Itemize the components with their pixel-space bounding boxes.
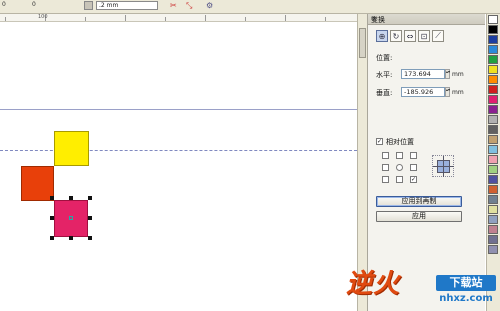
palette-swatch[interactable]: [488, 205, 498, 214]
selection-handle[interactable]: [88, 196, 92, 200]
vertical-field[interactable]: -185.926: [401, 87, 445, 97]
selection-handle[interactable]: [50, 196, 54, 200]
snap-icon[interactable]: ✂: [170, 1, 179, 10]
position-icon: ⊕: [378, 31, 386, 41]
selection-handle[interactable]: [88, 236, 92, 240]
docker-titlebar: 变换 ▫ ×: [368, 14, 485, 25]
anchor-top-center[interactable]: [396, 152, 403, 159]
palette-swatch[interactable]: [488, 145, 498, 154]
vertical-label: 垂直:: [376, 89, 393, 97]
palette-swatch[interactable]: [488, 185, 498, 194]
watermark: 逆火 下载站 nhxz.com: [340, 255, 500, 311]
tab-position[interactable]: ⊕: [376, 30, 388, 42]
ruler-tick: [5, 17, 6, 21]
tab-size[interactable]: ⊡: [418, 30, 430, 42]
dynamic-guides-icon[interactable]: ⤡: [186, 1, 195, 10]
horizontal-ruler: 100: [0, 14, 357, 22]
palette-swatch[interactable]: [488, 125, 498, 134]
drawing-canvas[interactable]: [0, 23, 357, 311]
palette-swatch[interactable]: [488, 85, 498, 94]
selection-handle[interactable]: [88, 216, 92, 220]
vertical-spinner[interactable]: ▴▾: [445, 87, 450, 97]
selection-handle[interactable]: [69, 196, 73, 200]
palette-swatch[interactable]: [488, 235, 498, 244]
nudge-icon[interactable]: [84, 1, 93, 10]
anchor-bottom-right[interactable]: [410, 176, 417, 183]
palette-swatch[interactable]: [488, 55, 498, 64]
palette-swatch[interactable]: [488, 45, 498, 54]
palette-swatch[interactable]: [488, 215, 498, 224]
palette-swatch[interactable]: [488, 65, 498, 74]
preview-crosshair-h: [433, 166, 454, 167]
scale-icon: ⇔: [406, 31, 414, 41]
ruler-tick: [205, 15, 206, 21]
palette-swatch[interactable]: [488, 105, 498, 114]
scroll-thumb[interactable]: [359, 28, 366, 58]
tab-scale[interactable]: ⇔: [404, 30, 416, 42]
apply-button[interactable]: 应用: [376, 211, 462, 222]
palette-swatch[interactable]: [488, 165, 498, 174]
property-toolbar: 0 0 .2 mm ✂ ⤡ ⚙: [0, 0, 500, 14]
ruler-tick: [325, 17, 326, 21]
palette-swatch[interactable]: [488, 35, 498, 44]
palette-swatch[interactable]: [488, 195, 498, 204]
rotate-icon: ↻: [392, 31, 400, 41]
anchor-preview: [432, 155, 454, 177]
selection-handle[interactable]: [50, 216, 54, 220]
relative-position-checkbox[interactable]: [376, 138, 383, 145]
vertical-unit: mm: [452, 89, 464, 96]
horizontal-spinner[interactable]: ▴▾: [445, 69, 450, 79]
watermark-domain: nhxz.com: [439, 293, 493, 304]
position-section-label: 位置:: [376, 54, 393, 62]
apply-to-duplicate-button[interactable]: 应用到再制: [376, 196, 462, 207]
size-icon: ⊡: [420, 31, 428, 41]
horizontal-label: 水平:: [376, 71, 393, 79]
center-marker: [69, 216, 73, 220]
skew-icon: ⟋: [435, 31, 441, 40]
ruler-tick: [165, 17, 166, 21]
ruler-y-zero: 0: [32, 1, 36, 8]
anchor-bottom-center[interactable]: [396, 176, 403, 183]
selection-handle[interactable]: [69, 236, 73, 240]
ruler-tick: [125, 15, 126, 21]
horizontal-field[interactable]: 173.694: [401, 69, 445, 79]
watermark-brand: 逆火: [346, 269, 401, 299]
horizontal-unit: mm: [452, 71, 464, 78]
palette-swatch[interactable]: [488, 25, 498, 34]
tab-rotate[interactable]: ↻: [390, 30, 402, 42]
anchor-bottom-left[interactable]: [382, 176, 389, 183]
palette-swatch[interactable]: [488, 115, 498, 124]
palette-swatch[interactable]: [488, 245, 498, 254]
yellow-square[interactable]: [54, 131, 89, 166]
selection-handle[interactable]: [50, 236, 54, 240]
close-icon[interactable]: ×: [371, 14, 482, 23]
anchor-middle-left[interactable]: [382, 164, 389, 171]
ruler-x-zero: 0: [2, 1, 6, 8]
options-icon[interactable]: ⚙: [206, 1, 215, 10]
palette-swatch[interactable]: [488, 135, 498, 144]
palette-swatch[interactable]: [488, 75, 498, 84]
anchor-top-right[interactable]: [410, 152, 417, 159]
pink-square[interactable]: [54, 200, 88, 237]
palette-swatch[interactable]: [488, 175, 498, 184]
ruler-tick: [85, 17, 86, 21]
palette-swatch[interactable]: [488, 155, 498, 164]
ruler-tick: [245, 17, 246, 21]
nudge-distance-field[interactable]: .2 mm: [96, 1, 158, 10]
anchor-top-left[interactable]: [382, 152, 389, 159]
relative-position-label: 相对位置: [386, 138, 414, 146]
anchor-center[interactable]: [396, 164, 403, 171]
tab-skew[interactable]: ⟋: [432, 30, 444, 42]
palette-swatch[interactable]: [488, 95, 498, 104]
palette-swatch[interactable]: [488, 15, 498, 24]
ruler-label: 100: [38, 14, 48, 20]
guideline[interactable]: [0, 109, 357, 110]
anchor-middle-right[interactable]: [410, 164, 417, 171]
ruler-tick: [285, 15, 286, 21]
watermark-chip: 下载站: [436, 275, 496, 291]
palette-swatch[interactable]: [488, 225, 498, 234]
